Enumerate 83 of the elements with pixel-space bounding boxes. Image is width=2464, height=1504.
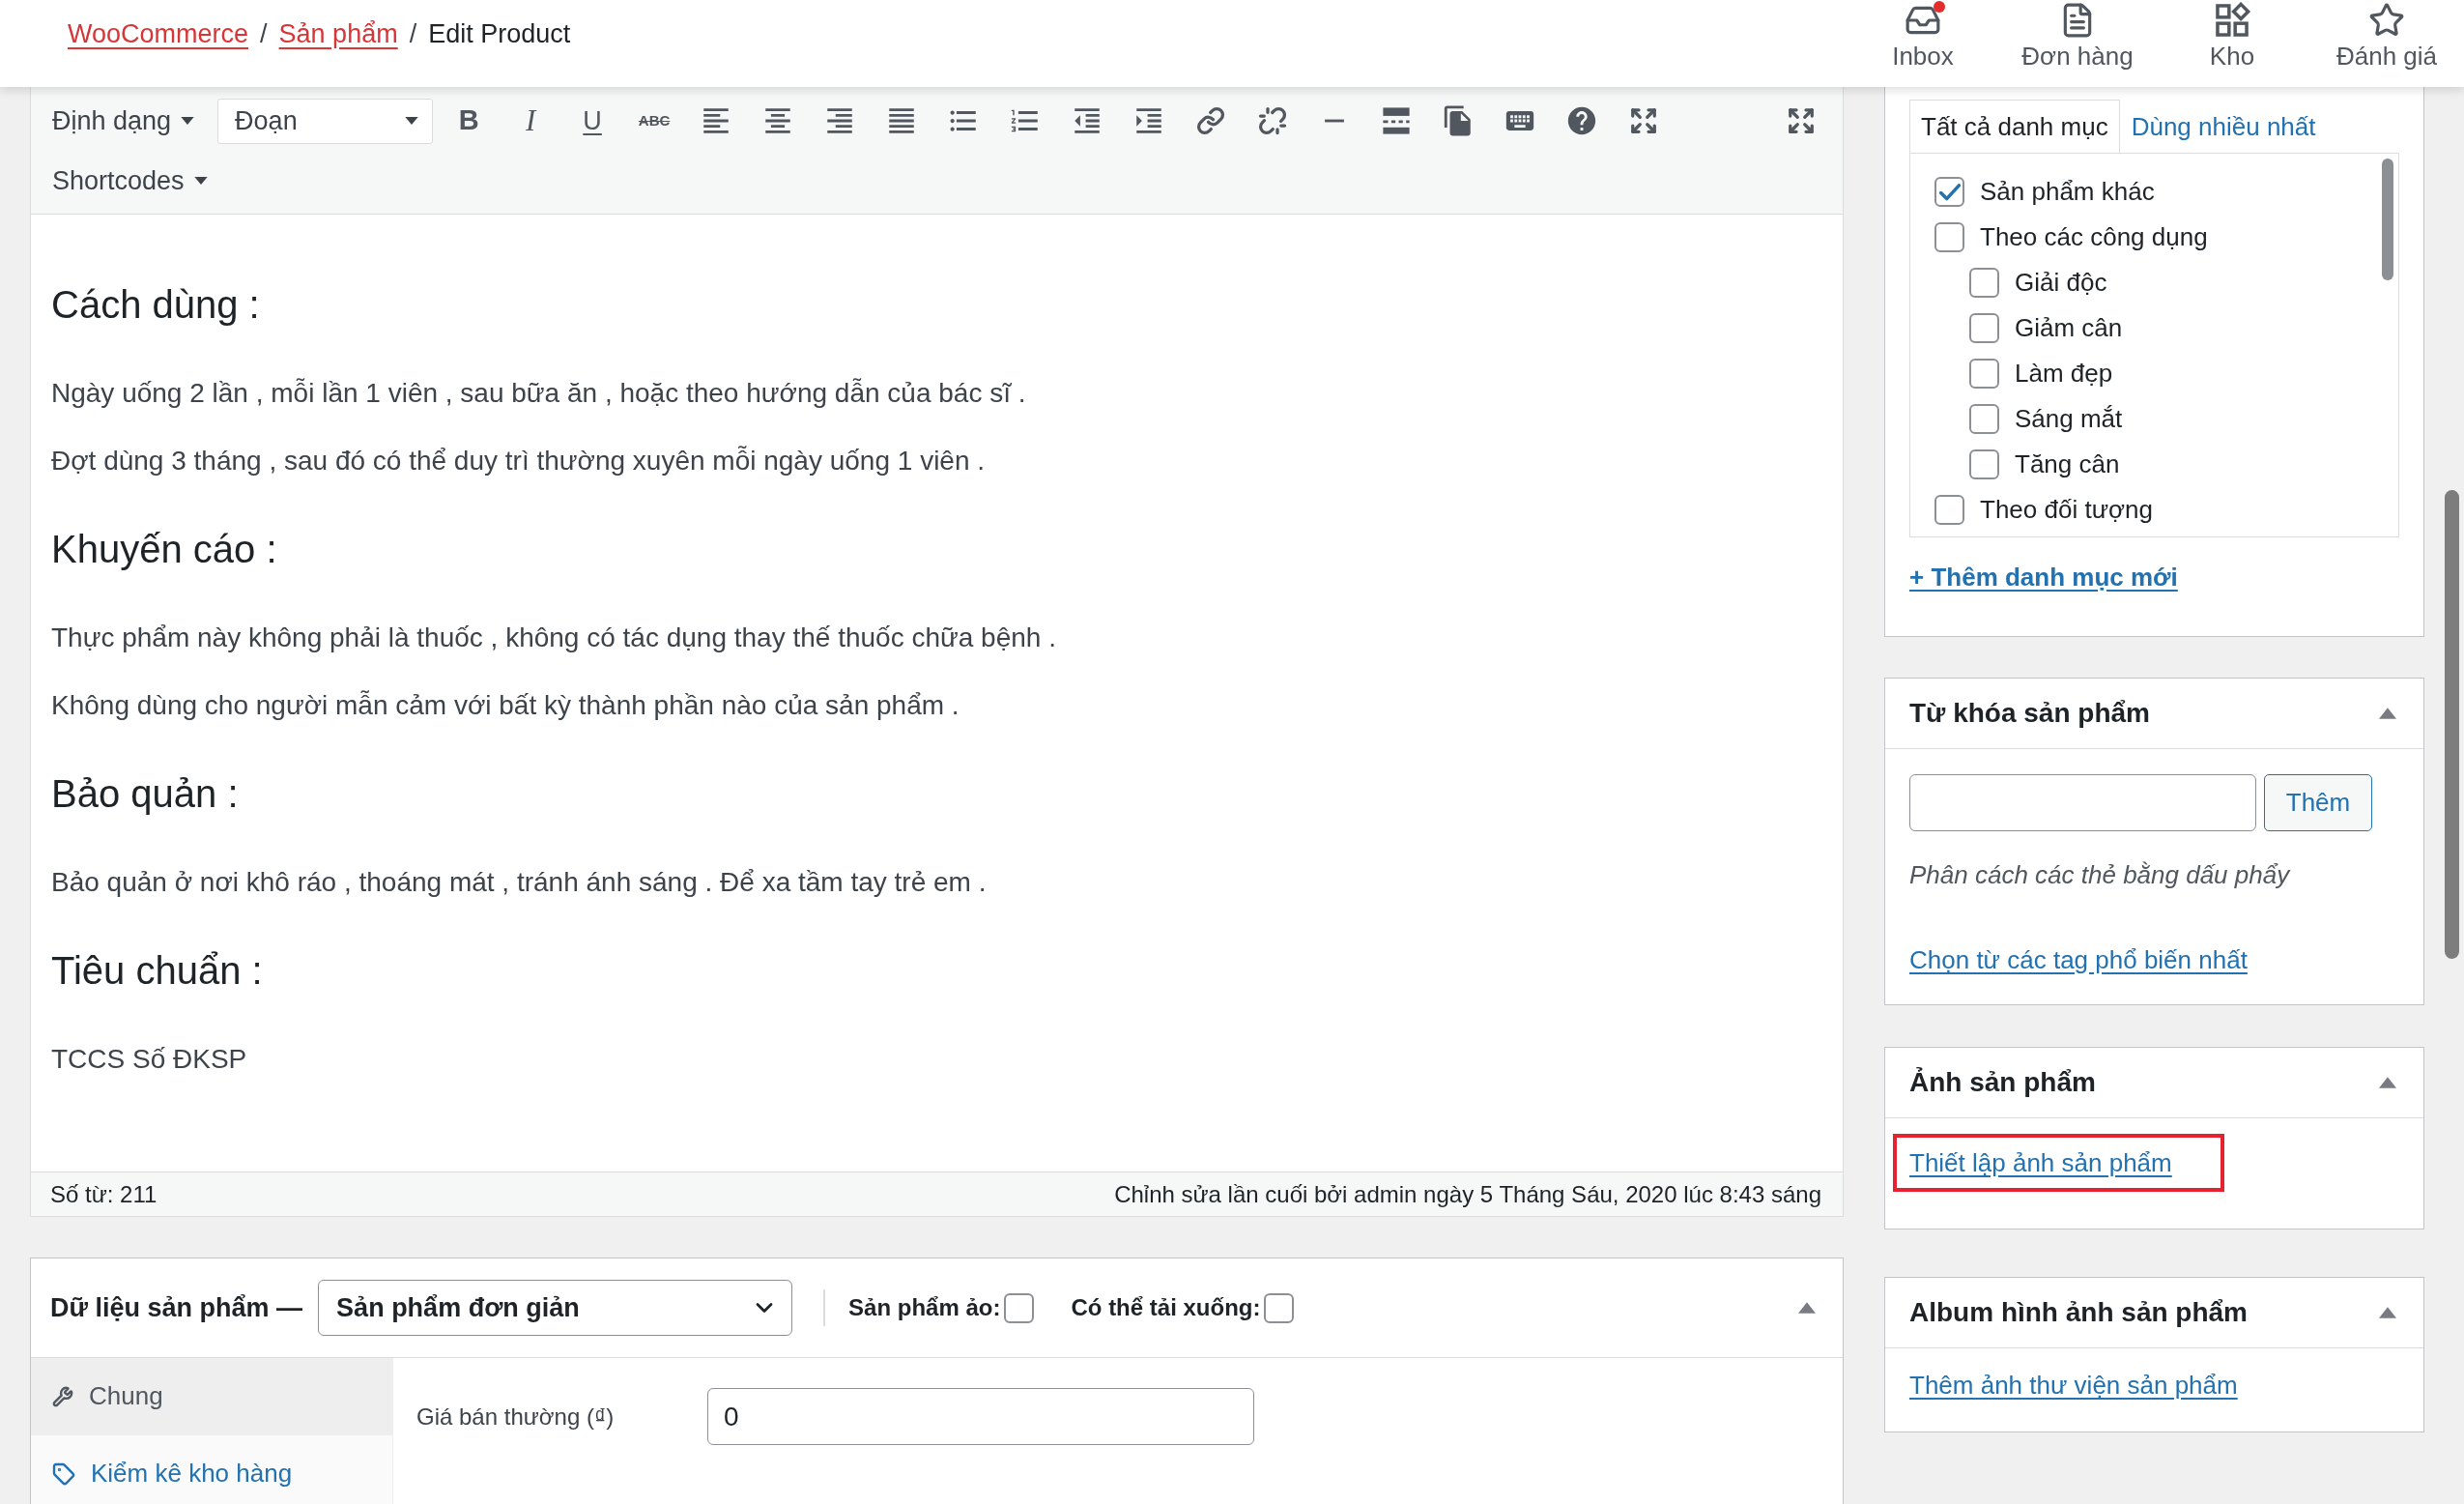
nav-item[interactable]: Đơn hàng bbox=[2000, 0, 2155, 72]
unlink-icon[interactable] bbox=[1258, 106, 1288, 135]
add-gallery-link[interactable]: Thêm ảnh thư viện sản phẩm bbox=[1909, 1371, 2238, 1400]
set-image-link[interactable]: Thiết lập ảnh sản phẩm bbox=[1909, 1148, 2172, 1177]
content-paragraph: Ngày uống 2 lần , mỗi lần 1 viên , sau bữa ăn , hoặc theo hướng dẫn của bác sĩ . bbox=[51, 377, 1027, 410]
caret-icon bbox=[181, 117, 195, 125]
content-heading: Cách dùng : bbox=[51, 282, 261, 328]
add-category-link[interactable]: + Thêm danh mục mới bbox=[1909, 563, 2178, 592]
tag-hint: Phân cách các thẻ bằng dấu phẩy bbox=[1909, 860, 2292, 889]
checkbox[interactable] bbox=[1969, 313, 1999, 343]
tag-input[interactable] bbox=[1909, 774, 2256, 831]
panel-title: Dữ liệu sản phẩm — bbox=[50, 1291, 303, 1324]
content-heading: Tiêu chuẩn : bbox=[51, 948, 264, 994]
add-tag-button[interactable]: Thêm bbox=[2264, 774, 2372, 831]
block-format-select[interactable]: Đoạn bbox=[217, 98, 434, 144]
format-menu[interactable]: Định dạng bbox=[52, 101, 195, 141]
content-heading: Khuyến cáo : bbox=[51, 527, 278, 572]
strikethrough-button[interactable]: ABC bbox=[623, 97, 686, 145]
category-label: Theo các công dụng bbox=[1980, 221, 2208, 253]
scrollbar[interactable] bbox=[2382, 159, 2393, 280]
popular-tags-link[interactable]: Chọn từ các tag phổ biến nhất bbox=[1909, 945, 2248, 974]
category-label: Giảm cân bbox=[2015, 312, 2123, 344]
category-label: Tăng cân bbox=[2015, 448, 2120, 480]
category-label: Làm đẹp bbox=[2015, 358, 2113, 390]
shortcodes-menu[interactable]: Shortcodes bbox=[52, 160, 208, 201]
checkbox[interactable] bbox=[1004, 1292, 1035, 1323]
triangle-icon[interactable] bbox=[2379, 1077, 2396, 1088]
nav-item[interactable]: Đánh giá bbox=[2309, 0, 2464, 72]
distraction-free-icon[interactable] bbox=[1787, 106, 1816, 135]
caret-icon bbox=[405, 117, 419, 125]
checkbox[interactable] bbox=[1969, 268, 1999, 298]
wrench-icon bbox=[52, 1385, 73, 1407]
category-label: Giải độc bbox=[2015, 267, 2107, 299]
product-type-select[interactable]: Sản phẩm đơn giản bbox=[318, 1280, 793, 1336]
checkbox[interactable] bbox=[1969, 449, 1999, 479]
checkbox[interactable] bbox=[1934, 177, 1964, 207]
breadcrumb-link[interactable]: Sản phẩm bbox=[278, 14, 398, 54]
tab[interactable]: Chung bbox=[31, 1358, 392, 1435]
breadcrumb-separator: / bbox=[260, 17, 268, 50]
category-label: Sáng mắt bbox=[2015, 403, 2123, 435]
content-paragraph: Không dùng cho người mẫn cảm với bất kỳ thành phần nào của sản phẩm . bbox=[51, 689, 960, 722]
shapes-icon bbox=[2213, 2, 2251, 39]
checkbox[interactable] bbox=[1969, 359, 1999, 389]
content-paragraph: Bảo quản ở nơi khô ráo , thoáng mát , tránh ánh sáng . Để xa tầm tay trẻ em . bbox=[51, 866, 988, 899]
content-paragraph: Đợt dùng 3 tháng , sau đó có thể duy trì thường xuyên mỗi ngày uống 1 viên . bbox=[51, 445, 987, 477]
last-edited: Chỉnh sửa lần cuối bởi admin ngày 5 Tháng Sáu, 2020 lúc 8:43 sáng bbox=[1114, 1179, 1821, 1209]
tag-icon bbox=[52, 1461, 75, 1486]
triangle-icon[interactable] bbox=[2379, 1307, 2396, 1318]
checkbox[interactable] bbox=[1969, 404, 1999, 434]
price-field[interactable]: 0 bbox=[707, 1388, 1254, 1445]
star-icon bbox=[2367, 2, 2406, 39]
underline-button[interactable]: U bbox=[561, 97, 624, 145]
breadcrumb-link[interactable]: WooCommerce bbox=[68, 14, 249, 54]
caret-icon bbox=[193, 177, 208, 185]
content-heading: Bảo quản : bbox=[51, 771, 240, 817]
panel-title: Ảnh sản phẩm bbox=[1909, 1066, 2096, 1099]
content-paragraph: TCCS Số ĐKSP bbox=[51, 1043, 248, 1076]
category-label: Sản phẩm khác bbox=[1980, 176, 2155, 208]
checkbox[interactable] bbox=[1264, 1292, 1295, 1323]
breadcrumb-separator: / bbox=[409, 17, 417, 50]
bold-button[interactable]: B bbox=[438, 97, 501, 145]
check-icon bbox=[1938, 183, 1961, 201]
word-count: Số từ: 211 bbox=[50, 1179, 158, 1209]
option-label: Có thể tải xuống: bbox=[1071, 1293, 1261, 1322]
category-label: Theo đối tượng bbox=[1980, 494, 2153, 526]
scrollbar[interactable] bbox=[2445, 490, 2459, 959]
nav-item[interactable]: Inbox bbox=[1846, 0, 2000, 72]
tab[interactable]: Tất cả danh mục bbox=[1909, 100, 2120, 154]
tab[interactable]: Dùng nhiều nhất bbox=[2119, 100, 2328, 154]
checkbox[interactable] bbox=[1934, 495, 1964, 525]
triangle-icon[interactable] bbox=[1798, 1302, 1816, 1314]
panel-title: Album hình ảnh sản phẩm bbox=[1909, 1296, 2248, 1329]
content-paragraph: Thực phẩm này không phải là thuốc , không có tác dụng thay thế thuốc chữa bệnh . bbox=[51, 622, 1057, 654]
panel-title: Từ khóa sản phẩm bbox=[1909, 697, 2150, 730]
checkbox[interactable] bbox=[1934, 222, 1964, 252]
link-icon[interactable] bbox=[1196, 106, 1226, 135]
italic-button[interactable]: I bbox=[500, 97, 562, 145]
nav-item[interactable]: Kho bbox=[2155, 0, 2309, 72]
field-label: Giá bán thường (₫) bbox=[416, 1402, 616, 1432]
triangle-icon[interactable] bbox=[2379, 708, 2396, 719]
fullscreen-icon[interactable] bbox=[1629, 106, 1659, 135]
option-label: Sản phẩm ảo: bbox=[848, 1293, 1001, 1322]
breadcrumb-current: Edit Product bbox=[428, 17, 571, 50]
